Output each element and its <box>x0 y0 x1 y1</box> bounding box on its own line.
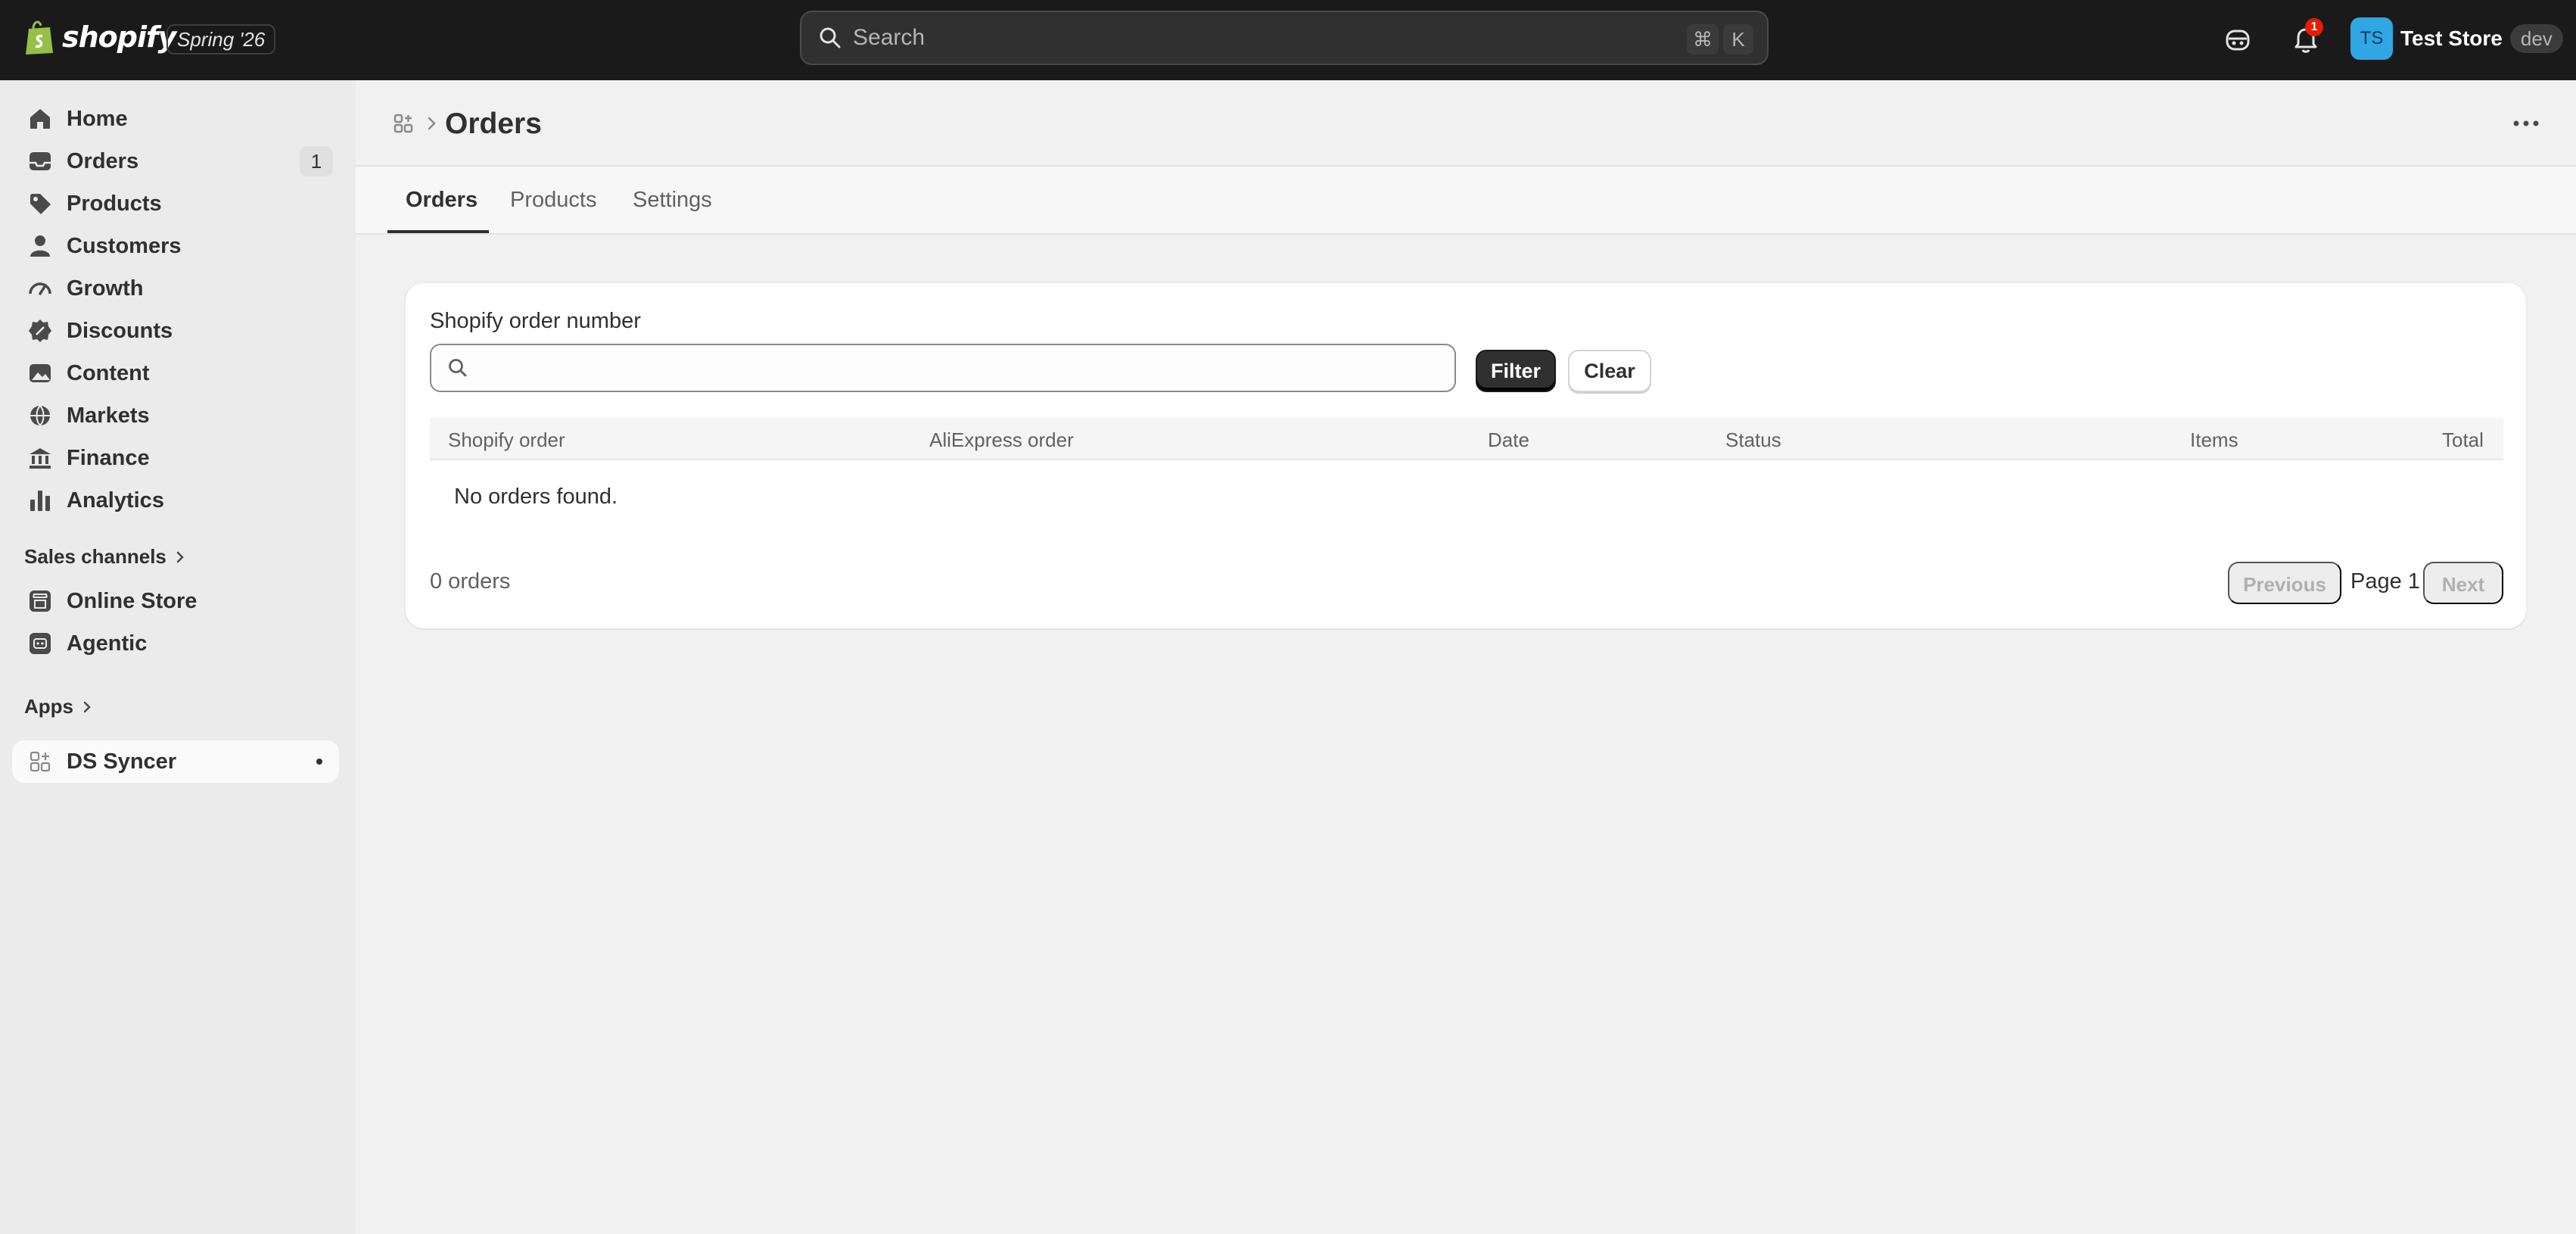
store-avatar: TS <box>2350 17 2393 60</box>
orders-card: Shopify order number Filter Clear Shopif… <box>406 283 2526 628</box>
breadcrumb-chevron-icon <box>428 117 436 130</box>
column-header-total[interactable]: Total <box>2442 428 2484 452</box>
sidebar-item-label: Growth <box>67 276 144 301</box>
sidebar-item-markets[interactable]: Markets <box>12 394 339 437</box>
sidebar-item-growth[interactable]: Growth <box>12 267 339 310</box>
tab-settings[interactable]: Settings <box>633 188 712 213</box>
orders-count-badge: 1 <box>300 146 333 176</box>
sidebar-item-orders[interactable]: Orders 1 <box>12 140 339 182</box>
page-indicator: Page 1 <box>2350 569 2420 594</box>
global-search[interactable]: Search ⌘ K <box>800 11 1769 65</box>
inbox-icon <box>30 152 51 170</box>
sidebar-item-products[interactable]: Products <box>12 182 339 225</box>
sidebar-item-content[interactable]: Content <box>12 352 339 394</box>
robot-icon <box>30 633 51 654</box>
sidebar-item-label: Home <box>67 106 128 131</box>
active-tab-indicator <box>387 230 489 233</box>
previous-page-button[interactable]: Previous <box>2228 562 2341 604</box>
sidebar-item-label: Finance <box>67 445 150 470</box>
sales-channels-heading[interactable]: Sales channels <box>24 545 186 569</box>
chevron-right-icon <box>176 551 184 562</box>
empty-state-message: No orders found. <box>454 485 618 509</box>
orders-count: 0 orders <box>430 569 511 594</box>
sidekick-icon <box>2226 30 2250 51</box>
shopify-logo[interactable]: shopify <box>23 18 176 56</box>
dev-store-badge: dev <box>2509 24 2563 53</box>
tab-products[interactable]: Products <box>510 188 596 213</box>
app-breadcrumb-icon[interactable] <box>392 112 415 135</box>
app-icon <box>30 751 51 772</box>
sidebar-item-label: Markets <box>67 403 150 428</box>
sidebar-item-agentic[interactable]: Agentic <box>12 622 339 665</box>
bank-icon <box>30 448 51 469</box>
sidebar-item-label: Discounts <box>67 318 173 343</box>
page-tabs: Orders Products Settings <box>356 165 2576 235</box>
tab-orders[interactable]: Orders <box>406 188 478 213</box>
sidebar-item-customers[interactable]: Customers <box>12 225 339 267</box>
edition-badge[interactable]: Spring '26 <box>166 24 276 55</box>
sidebar-item-label: Analytics <box>67 488 164 513</box>
apps-heading[interactable]: Apps <box>24 695 93 718</box>
sidebar-item-label: Agentic <box>67 631 148 656</box>
sidebar-nav: Home Orders 1 Products Customers Growth Discou… <box>0 80 356 1234</box>
column-header-items[interactable]: Items <box>2190 428 2238 452</box>
command-key-hint: ⌘ <box>1687 24 1719 55</box>
sidebar-item-label: Online Store <box>67 588 198 613</box>
column-header-aliexpress-order[interactable]: AliExpress order <box>929 428 1074 452</box>
column-header-shopify-order[interactable]: Shopify order <box>448 428 565 452</box>
sidebar-item-label: Products <box>67 191 162 216</box>
sidebar-item-discounts[interactable]: Discounts <box>12 310 339 352</box>
chevron-right-icon <box>83 701 91 712</box>
column-header-date[interactable]: Date <box>1488 428 1529 452</box>
shopify-bag-icon <box>26 20 53 55</box>
sidekick-button[interactable] <box>2219 21 2257 59</box>
notifications-button[interactable]: 1 <box>2287 18 2325 59</box>
column-header-status[interactable]: Status <box>1725 428 1781 452</box>
pinned-dot-icon <box>316 759 322 765</box>
more-actions-button[interactable] <box>2509 111 2543 136</box>
filter-button[interactable]: Filter <box>1476 350 1556 392</box>
home-icon <box>30 109 50 129</box>
page-header: Orders <box>356 80 2576 165</box>
search-icon <box>449 359 467 377</box>
order-number-field[interactable] <box>430 344 1456 392</box>
section-title-label: Sales channels <box>24 545 166 568</box>
sidebar-item-ds-syncer[interactable]: DS Syncer <box>12 740 339 783</box>
page-title: Orders <box>445 108 542 140</box>
store-name: Test Store <box>2400 26 2503 50</box>
storefront-icon <box>30 591 51 612</box>
order-number-input[interactable] <box>478 355 1454 381</box>
sidebar-item-finance[interactable]: Finance <box>12 437 339 479</box>
search-placeholder: Search <box>853 25 926 50</box>
shopify-wordmark: shopify <box>62 20 176 54</box>
discount-icon <box>29 319 51 342</box>
ellipsis-icon <box>2513 120 2539 126</box>
section-title-label: Apps <box>24 695 73 718</box>
k-key-hint: K <box>1723 24 1753 55</box>
top-bar: shopify Spring '26 Search ⌘ K 1 TS Test … <box>0 0 2576 80</box>
store-menu[interactable]: TS Test Store dev <box>2350 17 2563 61</box>
notification-count-badge: 1 <box>2305 18 2323 36</box>
sidebar-item-home[interactable]: Home <box>12 98 339 140</box>
clear-button[interactable]: Clear <box>1568 350 1651 392</box>
search-icon <box>820 27 841 48</box>
sidebar-item-online-store[interactable]: Online Store <box>12 580 339 622</box>
sidebar-item-label: Orders <box>67 148 139 173</box>
tag-icon <box>30 194 51 214</box>
gauge-icon <box>29 282 51 295</box>
sidebar-item-label: Customers <box>67 233 182 258</box>
orders-table-header: Shopify order AliExpress order Date Stat… <box>430 418 2503 460</box>
sidebar-item-label: DS Syncer <box>67 749 177 774</box>
globe-icon <box>30 405 50 426</box>
order-number-label: Shopify order number <box>430 309 641 333</box>
sidebar-item-label: Content <box>67 360 150 385</box>
person-icon <box>30 235 50 257</box>
content-icon <box>30 364 51 382</box>
sidebar-item-analytics[interactable]: Analytics <box>12 479 339 522</box>
next-page-button[interactable]: Next <box>2423 562 2503 604</box>
bar-chart-icon <box>30 491 50 511</box>
